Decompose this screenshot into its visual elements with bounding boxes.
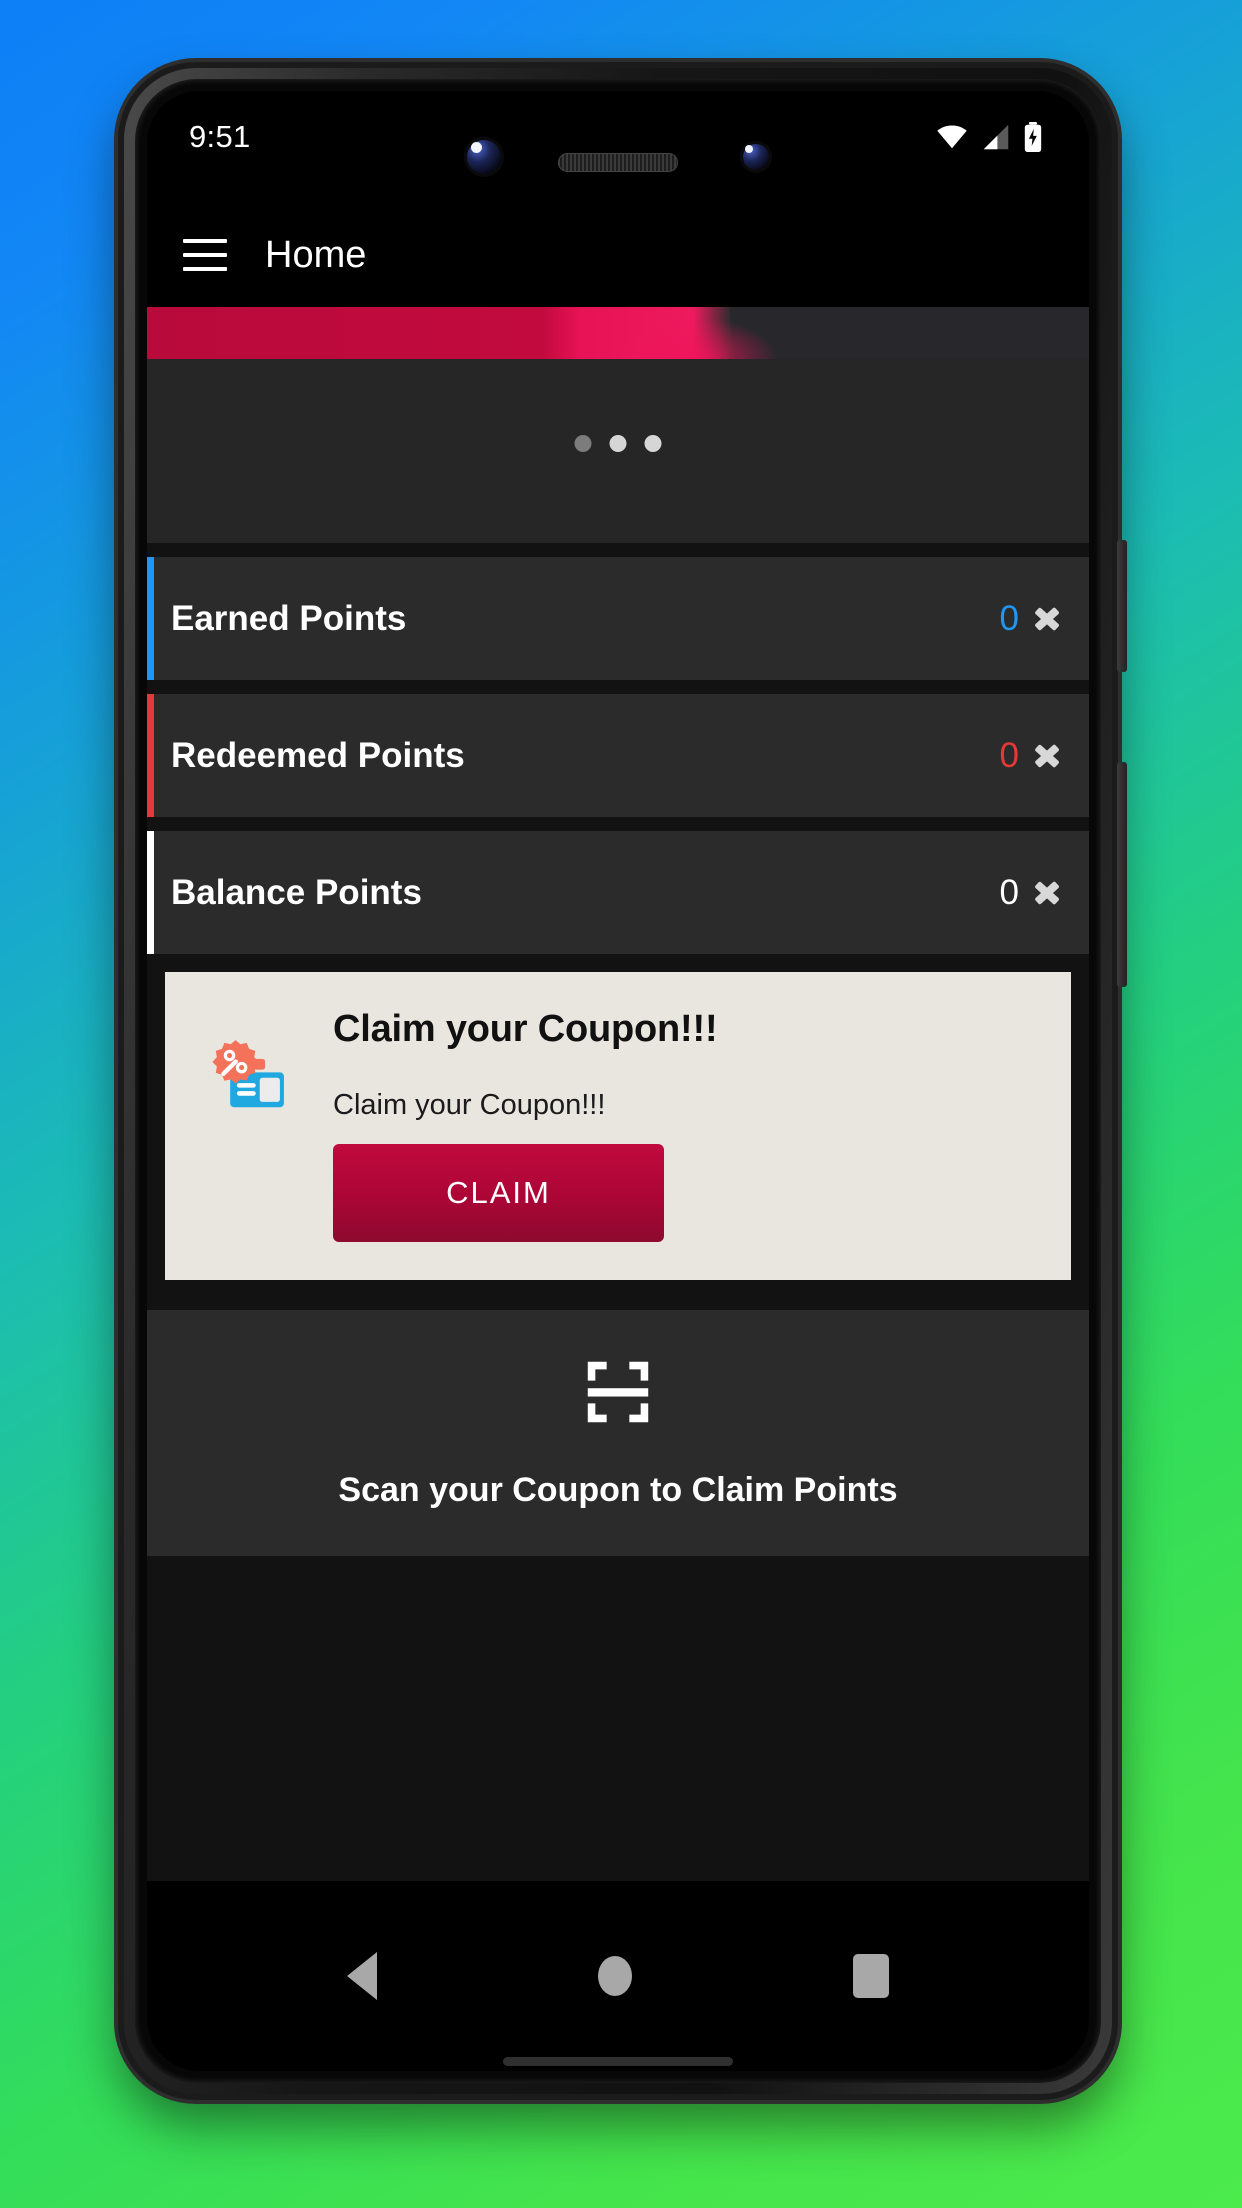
front-camera-right-icon [740,141,772,173]
balance-points-accent-bar [147,831,154,954]
divider [147,1296,1089,1310]
back-triangle-icon[interactable] [347,1952,378,2000]
android-navigation-bar [147,1881,1089,2071]
home-circle-icon[interactable] [597,1956,632,1996]
phone-chin-accent [503,2057,733,2066]
carousel-pagination-dots[interactable] [574,435,662,452]
carousel-dot[interactable] [644,435,662,452]
divider [147,543,1089,557]
coupon-discount-icon [165,1008,333,1242]
earned-points-accent-bar [147,557,154,680]
main-content: Earned Points 0 Redeemed Points 0 Balanc… [147,307,1089,2071]
volume-rocker-button[interactable] [1117,762,1127,987]
cellular-signal-icon [983,124,1009,150]
carousel-dot[interactable] [609,435,627,452]
balance-points-value: 0 [999,872,1019,912]
divider [147,680,1089,694]
balance-points-label: Balance Points [171,872,422,912]
coupon-card: Claim your Coupon!!! Claim your Coupon!!… [165,972,1071,1280]
carousel-dot[interactable] [574,435,592,452]
battery-charging-icon [1024,122,1042,152]
earned-points-value: 0 [999,598,1019,638]
chevron-right-icon[interactable] [1033,591,1067,647]
coupon-card-body: Claim your Coupon!!! Claim your Coupon!!… [333,1008,1071,1242]
earpiece-speaker [558,153,678,172]
page-title: Home [265,233,367,276]
hamburger-menu-icon[interactable] [183,239,227,271]
app-bar: Home [147,203,1089,307]
divider [147,1556,1089,1570]
phone-frame: 9:51 Home Earned Points 0 Redeemed Point… [118,62,1127,2100]
earned-points-label: Earned Points [171,598,407,638]
sidebar-item-balance-points[interactable]: Balance Points 0 [147,831,1089,954]
scan-coupon-section[interactable]: Scan your Coupon to Claim Points [147,1310,1089,1556]
wifi-icon [937,125,967,149]
barcode-scan-icon[interactable] [584,1358,652,1431]
front-camera-left-icon [464,137,504,177]
coupon-subtitle: Claim your Coupon!!! [333,1089,606,1121]
redeemed-points-label: Redeemed Points [171,735,465,775]
redeemed-points-value: 0 [999,735,1019,775]
phone-screen: 9:51 Home Earned Points 0 Redeemed Point… [147,91,1089,2071]
divider [147,817,1089,831]
sidebar-item-earned-points[interactable]: Earned Points 0 [147,557,1089,680]
redeemed-points-accent-bar [147,694,154,817]
recents-square-icon[interactable] [852,1954,889,1998]
carousel-banner-image[interactable] [147,307,1089,359]
promo-carousel[interactable] [147,307,1089,543]
power-button[interactable] [1117,540,1127,672]
sidebar-item-redeemed-points[interactable]: Redeemed Points 0 [147,694,1089,817]
scan-coupon-label: Scan your Coupon to Claim Points [338,1471,898,1509]
status-icons [935,119,1043,152]
chevron-right-icon[interactable] [1033,865,1067,921]
coupon-title: Claim your Coupon!!! [333,1008,718,1050]
status-clock: 9:51 [189,119,251,154]
claim-button[interactable]: CLAIM [333,1144,664,1242]
notch [418,91,818,203]
chevron-right-icon[interactable] [1033,728,1067,784]
coupon-card-container: Claim your Coupon!!! Claim your Coupon!!… [147,954,1089,1296]
